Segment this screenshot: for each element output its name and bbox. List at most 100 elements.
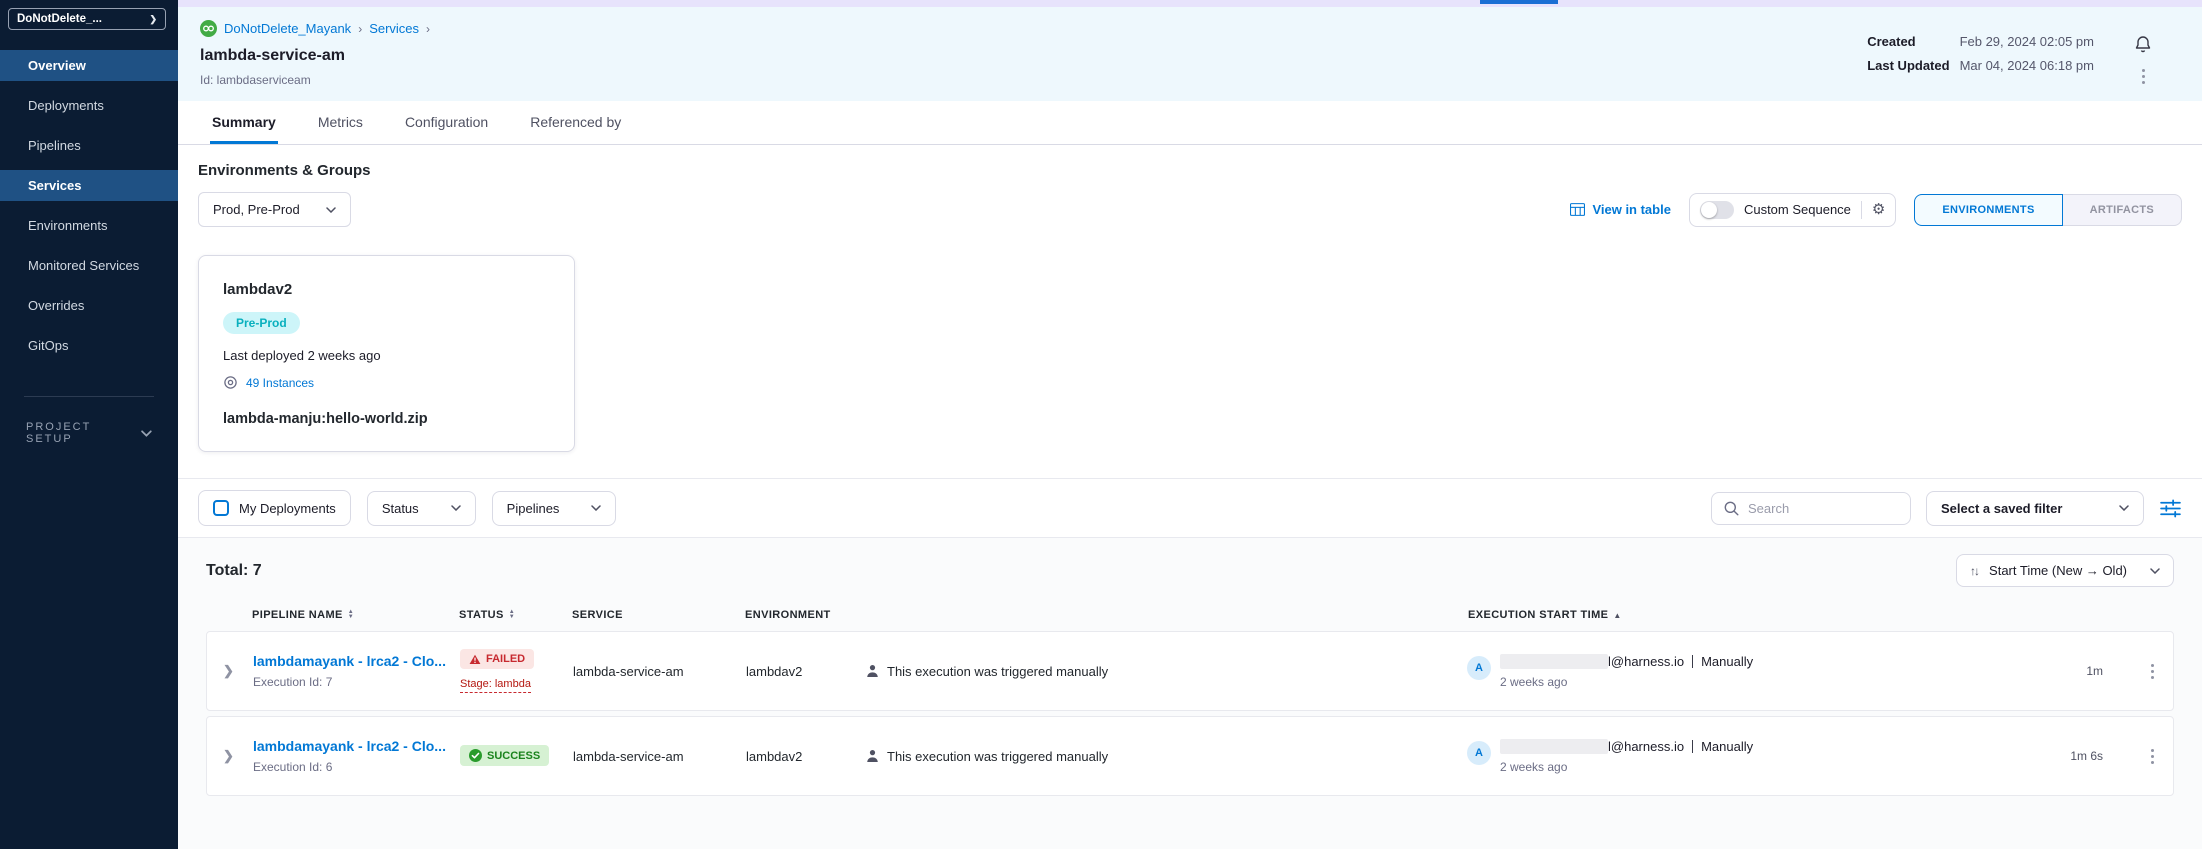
status-badge-failed: FAILED	[460, 649, 534, 669]
expand-chevron-icon[interactable]: ❯	[223, 748, 234, 763]
row-more-menu-icon[interactable]	[2149, 662, 2156, 681]
environments-right-controls: View in table Custom Sequence ⚙ ENVIRONM…	[1570, 193, 2182, 227]
chevron-down-icon	[141, 430, 152, 437]
sidebar-item-environments[interactable]: Environments	[0, 210, 178, 241]
environment-card[interactable]: lambdav2 Pre-Prod Last deployed 2 weeks …	[198, 255, 575, 452]
execution-row[interactable]: ❯ lambdamayank - lrca2 - Clo... Executio…	[206, 716, 2174, 796]
row-environment: lambdav2	[746, 664, 866, 679]
sort-updown-icon: ↑↓	[1970, 564, 1978, 578]
status-label: FAILED	[486, 653, 525, 665]
tab-metrics[interactable]: Metrics	[316, 101, 365, 144]
sidebar-nav: Overview Deployments Pipelines Services …	[0, 50, 178, 370]
view-in-table-label: View in table	[1592, 202, 1671, 217]
expand-chevron-icon[interactable]: ❯	[223, 663, 234, 678]
notification-bell-icon[interactable]	[2134, 35, 2152, 55]
execution-start-info: A l@harness.ioManually 2 weeks ago	[1467, 654, 2027, 689]
sort-label: Start Time (New → Old)	[1989, 563, 2127, 578]
user-email: l@harness.io	[1608, 739, 1684, 754]
search-input[interactable]	[1748, 501, 1898, 516]
row-more-menu-icon[interactable]	[2149, 747, 2156, 766]
tabs-bar: Summary Metrics Configuration Referenced…	[178, 101, 2202, 145]
cd-module-icon	[200, 20, 217, 37]
sidebar-item-deployments[interactable]: Deployments	[0, 90, 178, 121]
project-selector[interactable]: DoNotDelete_... ❯	[8, 8, 166, 30]
sort-icon: ▲▼	[509, 610, 515, 620]
my-deployments-checkbox[interactable]	[213, 500, 229, 516]
avatar[interactable]: A	[1467, 741, 1491, 765]
column-label: EXECUTION START TIME	[1468, 609, 1608, 621]
trigger-text: This execution was triggered manually	[887, 749, 1108, 764]
column-label: SERVICE	[572, 609, 623, 621]
duration: 1m	[2027, 664, 2131, 678]
env-artifacts-segmented-control: ENVIRONMENTS ARTIFACTS	[1914, 194, 2182, 226]
trigger-info: This execution was triggered manually	[866, 664, 1467, 679]
breadcrumb-separator: ›	[358, 22, 362, 36]
segment-environments[interactable]: ENVIRONMENTS	[1914, 194, 2062, 226]
trigger-info: This execution was triggered manually	[866, 749, 1467, 764]
created-label: Created	[1867, 34, 1949, 49]
sidebar-item-gitops[interactable]: GitOps	[0, 330, 178, 361]
filter-bar: My Deployments Status Pipelines	[178, 478, 2202, 538]
custom-sequence-control: Custom Sequence ⚙	[1689, 193, 1896, 227]
page-header: DoNotDelete_Mayank › Services › lambda-s…	[178, 7, 2202, 101]
column-label: PIPELINE NAME	[252, 609, 343, 621]
sidebar: DoNotDelete_... ❯ Overview Deployments P…	[0, 0, 178, 849]
project-setup-label: PROJECT SETUP	[26, 421, 141, 445]
pipelines-filter-dropdown[interactable]: Pipelines	[492, 491, 617, 526]
environment-filter-dropdown[interactable]: Prod, Pre-Prod	[198, 192, 351, 227]
breadcrumb-project-link[interactable]: DoNotDelete_Mayank	[224, 21, 351, 36]
custom-sequence-toggle[interactable]	[1700, 201, 1734, 219]
time-ago: 2 weeks ago	[1500, 760, 1753, 774]
avatar[interactable]: A	[1467, 656, 1491, 680]
instances-link[interactable]: 49 Instances	[246, 376, 314, 390]
status-filter-dropdown[interactable]: Status	[367, 491, 476, 526]
sidebar-item-overview[interactable]: Overview	[0, 50, 178, 81]
sort-dropdown[interactable]: ↑↓ Start Time (New → Old)	[1956, 554, 2174, 587]
user-email: l@harness.io	[1608, 654, 1684, 669]
gear-icon[interactable]: ⚙	[1872, 202, 1885, 217]
chevron-right-icon: ❯	[149, 14, 157, 25]
filter-sliders-icon[interactable]	[2159, 499, 2182, 518]
tab-referenced-by[interactable]: Referenced by	[528, 101, 623, 144]
column-execution-start-time[interactable]: EXECUTION START TIME ▲	[1468, 609, 2028, 621]
column-label: ENVIRONMENT	[745, 609, 831, 621]
view-in-table-link[interactable]: View in table	[1570, 202, 1671, 217]
column-pipeline-name[interactable]: PIPELINE NAME ▲▼	[252, 609, 459, 621]
failed-stage-link[interactable]: Stage: lambda	[460, 678, 531, 693]
warning-triangle-icon	[469, 654, 481, 665]
pipeline-name-link[interactable]: lambdamayank - lrca2 - Clo...	[253, 738, 453, 754]
status-label: SUCCESS	[487, 750, 540, 762]
time-ago: 2 weeks ago	[1500, 675, 1753, 689]
chevron-down-icon	[451, 505, 461, 511]
header-left: DoNotDelete_Mayank › Services › lambda-s…	[200, 20, 430, 87]
env-type-badge: Pre-Prod	[223, 312, 300, 334]
saved-filter-dropdown[interactable]: Select a saved filter	[1926, 491, 2144, 526]
redacted-username	[1500, 654, 1608, 669]
pipeline-name-link[interactable]: lambdamayank - lrca2 - Clo...	[253, 653, 453, 669]
project-selector-label: DoNotDelete_...	[17, 13, 102, 25]
sidebar-item-overrides[interactable]: Overrides	[0, 290, 178, 321]
updated-value: Mar 04, 2024 06:18 pm	[1960, 58, 2094, 73]
tab-summary[interactable]: Summary	[210, 101, 278, 144]
sidebar-item-services[interactable]: Services	[0, 170, 178, 201]
updated-label: Last Updated	[1867, 58, 1949, 73]
execution-row[interactable]: ❯ lambdamayank - lrca2 - Clo... Executio…	[206, 631, 2174, 711]
tab-configuration[interactable]: Configuration	[403, 101, 490, 144]
breadcrumb-services-link[interactable]: Services	[369, 21, 419, 36]
row-environment: lambdav2	[746, 749, 866, 764]
segment-artifacts[interactable]: ARTIFACTS	[2063, 194, 2182, 226]
sidebar-item-monitored-services[interactable]: Monitored Services	[0, 250, 178, 281]
environments-controls: Prod, Pre-Prod View in table	[198, 192, 2182, 227]
person-icon	[866, 749, 879, 763]
my-deployments-filter[interactable]: My Deployments	[198, 490, 351, 526]
total-row: Total: 7 ↑↓ Start Time (New → Old)	[206, 554, 2174, 587]
status-badge-success: SUCCESS	[460, 745, 549, 766]
header-right: Created Feb 29, 2024 02:05 pm Last Updat…	[1867, 34, 2152, 87]
column-status[interactable]: STATUS ▲▼	[459, 609, 572, 621]
row-service: lambda-service-am	[573, 664, 746, 679]
header-more-menu-icon[interactable]	[2140, 67, 2147, 86]
chevron-down-icon	[2119, 505, 2129, 511]
sidebar-project-setup[interactable]: PROJECT SETUP	[0, 421, 178, 445]
sidebar-item-pipelines[interactable]: Pipelines	[0, 130, 178, 161]
chevron-down-icon	[326, 207, 336, 213]
